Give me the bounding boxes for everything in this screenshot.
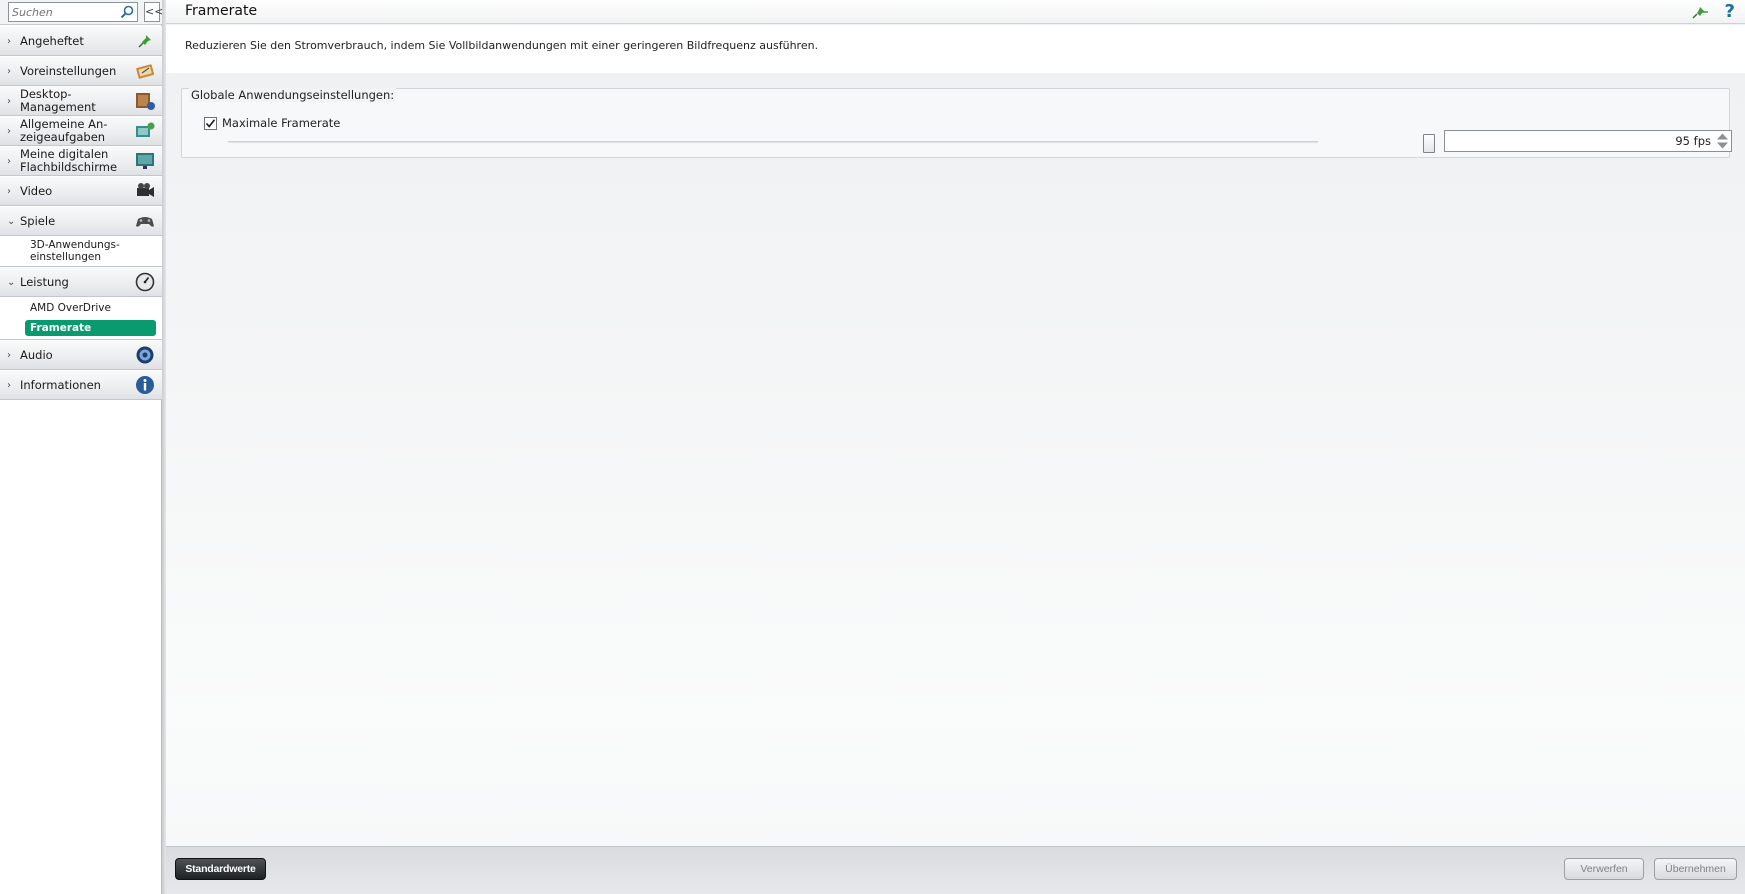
sidebar-item-label: Audio [20,347,53,362]
search-box[interactable] [8,2,138,22]
gauge-icon [135,272,155,292]
main-panel: Framerate ? Reduzieren Sie den Stromverb… [166,0,1745,894]
sidebar-item-information[interactable]: › Informationen [0,370,162,400]
fps-stepper[interactable]: 95 fps [1444,130,1732,152]
sidebar-item-label: Informationen [20,377,101,392]
desktop-management-icon [136,93,155,110]
checkmark-icon [205,118,216,128]
group-title: Globale Anwendungseinstellungen: [189,88,397,102]
collapse-sidebar-button[interactable]: << [144,2,163,22]
info-icon [136,376,154,394]
sidebar-item-label: Spiele [20,213,56,228]
global-settings-group: Globale Anwendungseinstellungen: Maximal… [181,88,1732,158]
chevron-right-icon: › [7,66,11,77]
title-bar: Framerate ? [166,0,1745,24]
chevron-down-icon: ⌄ [7,216,16,227]
apply-button[interactable]: Übernehmen [1654,858,1737,880]
fps-value: 95 fps [1675,134,1711,148]
footer-bar: Standardwerte Verwerfen Übernehmen [166,846,1745,894]
chevron-right-icon: › [7,380,11,391]
search-row: << [0,0,163,25]
framerate-slider-track[interactable] [228,141,1318,144]
performance-subitems: AMD OverDrive Framerate [0,297,162,340]
pin-page-icon[interactable] [1691,4,1709,20]
video-camera-icon [137,183,154,197]
sidebar-item-pinned[interactable]: › Angeheftet [0,26,162,56]
defaults-button[interactable]: Standardwerte [175,858,266,880]
sidebar-item-display-tasks[interactable]: › Allgemeine An- zeigeaufgaben [0,116,162,146]
games-subitems: 3D-Anwendungs- einstellungen [0,236,162,267]
flat-panel-icon [136,153,154,169]
search-icon[interactable] [120,5,134,19]
sidebar-item-performance[interactable]: ⌄ Leistung [0,267,162,297]
chevron-right-icon: › [7,156,11,167]
chevron-right-icon: › [7,36,11,47]
spinner-arrows-icon[interactable] [1715,132,1730,150]
sidebar-nav: › Angeheftet › Voreinstellungen › Deskto… [0,26,162,400]
sidebar-subitem-3d-app-settings[interactable]: 3D-Anwendungs- einstellungen [0,239,162,263]
description-band: Reduzieren Sie den Stromverbrauch, indem… [166,25,1745,73]
framerate-slider-thumb[interactable] [1423,134,1435,153]
page-description: Reduzieren Sie den Stromverbrauch, indem… [185,39,819,52]
sidebar-subitem-amd-overdrive[interactable]: AMD OverDrive [0,302,162,314]
sidebar-item-label: Leistung [20,274,69,289]
sidebar-item-label: Angeheftet [20,33,84,48]
chevron-right-icon: › [7,186,11,197]
chevron-down-icon: ⌄ [7,277,16,288]
page-title: Framerate [185,3,258,19]
sidebar-item-presets[interactable]: › Voreinstellungen [0,56,162,86]
discard-button[interactable]: Verwerfen [1564,858,1644,880]
sidebar-item-flat-panels[interactable]: › Meine digitalen Flachbildschirme [0,146,162,176]
max-framerate-row[interactable]: Maximale Framerate [204,115,340,131]
sidebar-item-label: Video [20,183,53,198]
sidebar-item-video[interactable]: › Video [0,176,162,206]
max-framerate-label: Maximale Framerate [222,116,341,130]
chevron-right-icon: › [7,126,11,137]
sidebar: << › Angeheftet › Voreinstellungen › Des… [0,0,163,894]
sidebar-item-games[interactable]: ⌄ Spiele [0,206,162,236]
sidebar-item-audio[interactable]: › Audio [0,340,162,370]
chevron-right-icon: › [7,350,11,361]
audio-icon [136,346,154,364]
sidebar-item-desktop-management[interactable]: › Desktop- Management [0,86,162,116]
sidebar-item-label: Desktop- Management [20,87,96,114]
gamepad-icon [136,217,154,227]
help-icon[interactable]: ? [1725,1,1735,22]
sidebar-item-label: Voreinstellungen [20,63,117,78]
sidebar-subitem-framerate[interactable]: Framerate [25,320,156,336]
display-tasks-icon [136,122,155,137]
max-framerate-checkbox[interactable] [204,116,217,130]
pin-icon [138,35,151,48]
presets-icon [136,64,155,79]
search-input[interactable] [9,3,119,21]
sidebar-item-label: Meine digitalen Flachbildschirme [20,147,118,174]
sidebar-item-label: Allgemeine An- zeigeaufgaben [20,117,108,144]
chevron-right-icon: › [7,96,11,107]
